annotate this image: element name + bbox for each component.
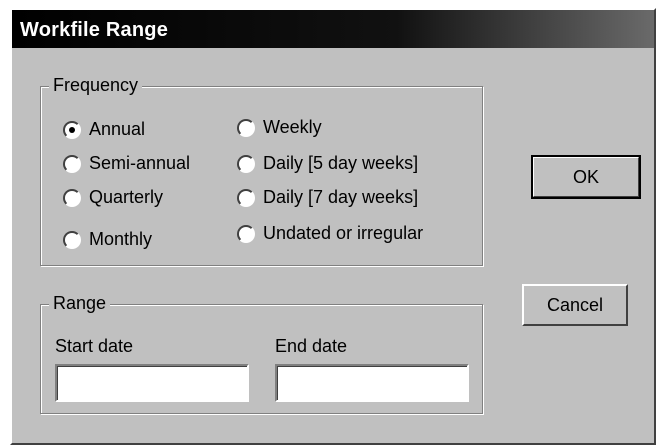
cancel-button-label: Cancel — [546, 294, 604, 315]
radio-annual-label: Annual — [89, 119, 146, 139]
end-date-label: End date — [275, 336, 348, 356]
window-title: Workfile Range — [20, 19, 169, 41]
title-bar[interactable]: Workfile Range — [12, 10, 654, 48]
radio-quarterly[interactable]: Quarterly — [63, 187, 163, 208]
workfile-range-dialog: Workfile Range Frequency Annual Semi-ann… — [10, 8, 656, 445]
radio-weekly-label: Weekly — [263, 117, 322, 137]
radio-semi-annual-label: Semi-annual — [89, 153, 191, 173]
radio-daily-5-circle[interactable] — [237, 154, 255, 173]
radio-annual[interactable]: Annual — [63, 119, 145, 140]
start-date-label: Start date — [55, 336, 134, 356]
radio-monthly-circle[interactable] — [63, 230, 81, 249]
radio-undated[interactable]: Undated or irregular — [237, 223, 423, 244]
radio-undated-label: Undated or irregular — [263, 223, 424, 243]
cancel-button[interactable]: Cancel — [522, 284, 628, 326]
radio-undated-circle[interactable] — [237, 224, 255, 243]
radio-monthly[interactable]: Monthly — [63, 229, 152, 250]
ok-button-label: OK — [572, 166, 599, 187]
radio-daily-7-circle[interactable] — [237, 188, 255, 207]
radio-semi-annual-circle[interactable] — [63, 154, 81, 173]
radio-daily-7-label: Daily [7 day weeks] — [263, 187, 419, 207]
radio-weekly[interactable]: Weekly — [237, 117, 322, 138]
radio-monthly-label: Monthly — [89, 229, 153, 249]
radio-daily-5[interactable]: Daily [5 day weeks] — [237, 153, 418, 174]
range-group-label: Range — [49, 293, 111, 314]
end-date-input[interactable] — [275, 364, 469, 402]
radio-quarterly-label: Quarterly — [89, 187, 164, 207]
frequency-group-label: Frequency — [49, 75, 143, 96]
frequency-group: Frequency Annual Semi-annual Quarterly M… — [40, 75, 483, 266]
radio-semi-annual[interactable]: Semi-annual — [63, 153, 190, 174]
start-date-input[interactable] — [55, 364, 249, 402]
ok-button[interactable]: OK — [531, 155, 641, 199]
radio-quarterly-circle[interactable] — [63, 188, 81, 207]
radio-annual-circle[interactable] — [63, 120, 81, 139]
radio-daily-5-label: Daily [5 day weeks] — [263, 153, 419, 173]
radio-weekly-circle[interactable] — [237, 118, 255, 137]
radio-daily-7[interactable]: Daily [7 day weeks] — [237, 187, 418, 208]
